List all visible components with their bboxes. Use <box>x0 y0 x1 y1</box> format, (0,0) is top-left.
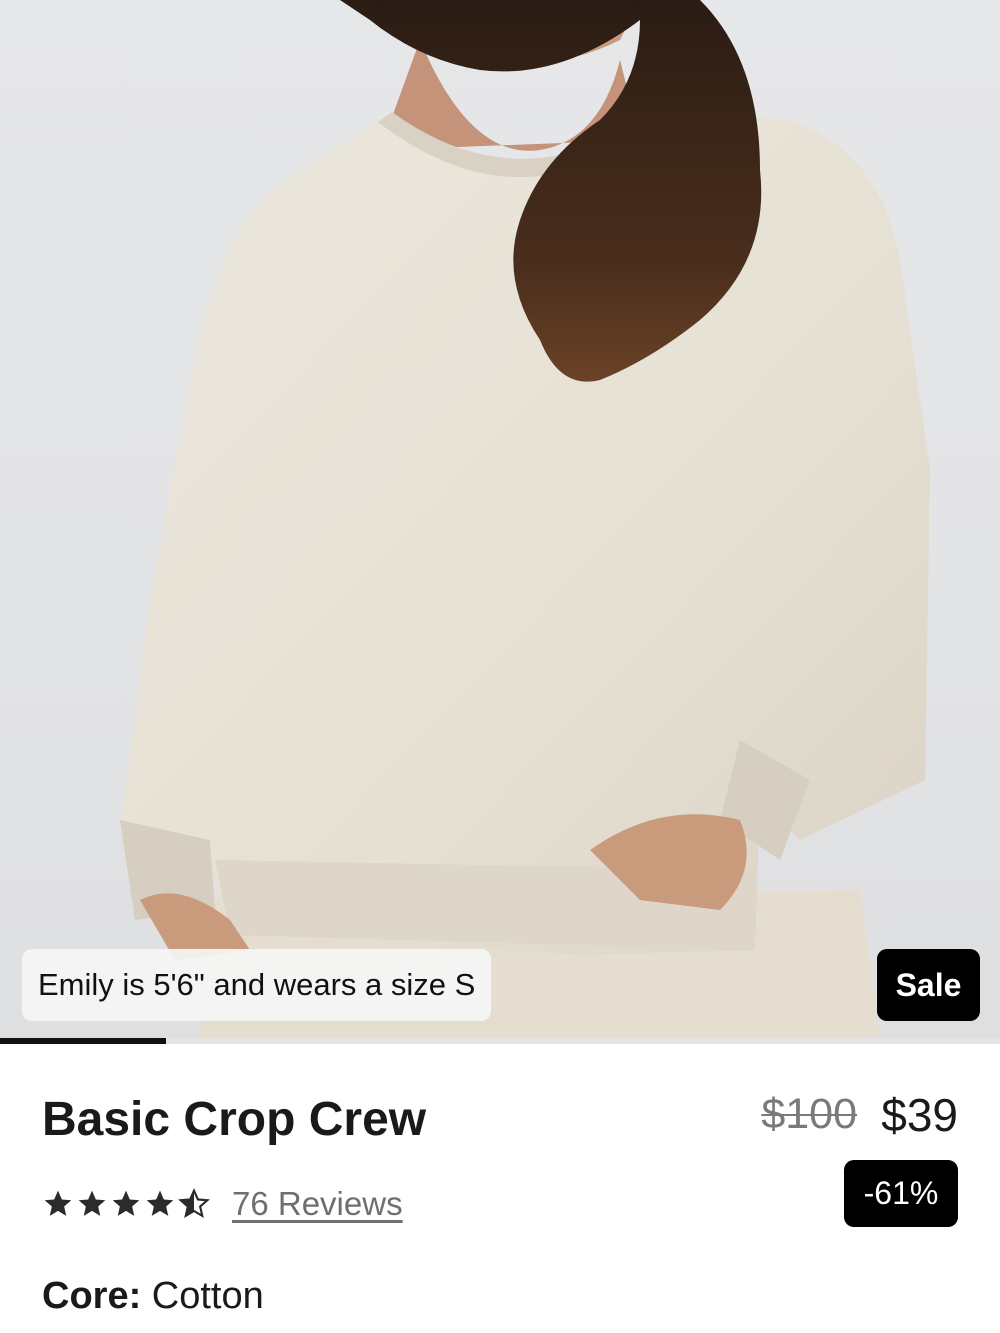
gallery-progress-bar <box>0 1038 1000 1044</box>
material-value: Cotton <box>151 1275 264 1317</box>
star-icon <box>146 1190 174 1216</box>
product-title: Basic Crop Crew <box>42 1093 427 1146</box>
star-icon <box>44 1190 72 1216</box>
gallery-progress-fill <box>0 1038 166 1044</box>
reviews-link[interactable]: 76 Reviews <box>232 1185 403 1223</box>
model-size-caption: Emily is 5'6" and wears a size S <box>22 949 492 1021</box>
product-image[interactable]: Emily is 5'6" and wears a size S Sale <box>0 0 1000 1038</box>
star-icon <box>78 1190 106 1216</box>
rating-summary: 76 Reviews <box>42 1185 403 1223</box>
sale-price: $39 <box>881 1089 958 1141</box>
star-icon <box>112 1190 140 1216</box>
material-info: Core: Cotton <box>42 1275 264 1318</box>
original-price: $100 <box>761 1090 857 1138</box>
half-star-icon <box>178 1188 210 1219</box>
material-key: Core: <box>42 1275 142 1317</box>
star-rating <box>42 1188 210 1220</box>
discount-badge: -61% <box>844 1160 958 1227</box>
sale-badge: Sale <box>877 949 980 1021</box>
product-photo <box>120 0 930 1038</box>
